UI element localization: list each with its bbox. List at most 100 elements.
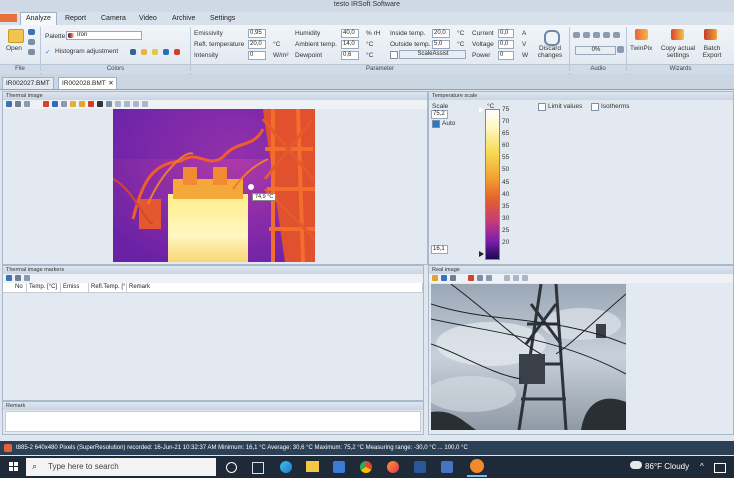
color-scale-bar[interactable] — [485, 109, 500, 260]
humidity-input[interactable]: 40,0 — [341, 29, 359, 38]
ambient-temp-input[interactable]: 14,0 — [341, 40, 359, 49]
windows-start-icon[interactable] — [9, 462, 19, 472]
discard-changes-button[interactable]: Discard changes — [535, 45, 565, 59]
thermal-image[interactable]: 74,9 °C — [113, 109, 315, 262]
edge-icon[interactable] — [280, 461, 292, 473]
tab-ir002027[interactable]: IR002027.BMT — [2, 77, 54, 89]
zoom-in-icon[interactable] — [504, 275, 510, 281]
intensity-input[interactable]: 0 — [248, 51, 266, 60]
menu-analyze[interactable]: Analyze — [20, 12, 57, 26]
task-view-icon[interactable] — [226, 462, 237, 473]
fit-icon[interactable] — [522, 275, 528, 281]
voltage-input[interactable]: 0,0 — [498, 40, 514, 49]
column-temp[interactable]: Temp. [°C] — [27, 283, 61, 292]
word-icon[interactable] — [414, 461, 426, 473]
emissivity-input[interactable]: 0,95 — [248, 29, 266, 38]
area-icon[interactable] — [79, 101, 85, 107]
rotate-icon[interactable] — [106, 101, 112, 107]
save-icon[interactable] — [6, 275, 12, 281]
grid-icon[interactable] — [124, 101, 130, 107]
limit-values-checkbox[interactable] — [538, 103, 546, 111]
batch-export-icon[interactable] — [704, 29, 717, 40]
copy-actual-settings-button[interactable]: Copy actual settings — [658, 45, 698, 59]
rotate-icon[interactable] — [477, 275, 483, 281]
store-icon[interactable] — [333, 461, 345, 473]
open-folder-icon[interactable] — [8, 29, 24, 43]
discard-changes-icon[interactable] — [544, 30, 560, 46]
play-icon[interactable] — [583, 32, 590, 38]
refl-temp-input[interactable]: 20,0 — [248, 40, 266, 49]
column-remark[interactable]: Remark — [127, 283, 423, 292]
tray-chevron-icon[interactable]: ^ — [700, 462, 704, 471]
irsoft-taskbar-icon[interactable] — [470, 459, 484, 473]
pause-icon[interactable] — [593, 32, 600, 38]
histogram-adjustment-toggle[interactable]: Histogram adjustment — [55, 48, 118, 55]
current-input[interactable]: 0,0 — [498, 29, 514, 38]
color-tool-icon[interactable] — [130, 49, 136, 55]
delete-audio-icon[interactable] — [613, 32, 620, 38]
firefox-icon[interactable] — [387, 461, 399, 473]
table-icon[interactable] — [133, 101, 139, 107]
batch-export-button[interactable]: Batch Export — [700, 45, 724, 59]
scaleassist-button[interactable]: ScaleAssist — [399, 50, 466, 59]
delete-icon[interactable] — [24, 275, 30, 281]
marker-icon[interactable] — [468, 275, 474, 281]
close-tab-icon[interactable]: ✕ — [108, 78, 113, 89]
palette-select[interactable]: Iron — [66, 31, 142, 40]
max-slider-icon[interactable] — [479, 107, 484, 113]
file-explorer-icon[interactable] — [306, 461, 319, 472]
weather-text[interactable]: 86°F Cloudy — [645, 462, 689, 471]
min-slider-icon[interactable] — [479, 251, 484, 257]
scale-min-input[interactable]: 16,1 — [431, 245, 448, 254]
cursor-icon[interactable] — [15, 101, 21, 107]
color-tool-icon[interactable] — [141, 49, 147, 55]
color-tool-icon[interactable] — [163, 49, 169, 55]
column-no[interactable]: No — [13, 283, 27, 292]
chrome-icon[interactable] — [360, 461, 372, 473]
record-icon[interactable] — [573, 32, 580, 38]
tray-icon[interactable] — [714, 463, 726, 473]
line-profile-icon[interactable] — [70, 101, 76, 107]
app-icon[interactable] — [441, 461, 453, 473]
twinpix-button[interactable]: TwinPix — [630, 45, 652, 52]
hot-spot-icon[interactable] — [43, 101, 49, 107]
flip-icon[interactable] — [486, 275, 492, 281]
menu-video[interactable]: Video — [134, 13, 162, 24]
open-icon[interactable] — [432, 275, 438, 281]
app-logo[interactable] — [0, 14, 17, 22]
copy-icon[interactable] — [15, 275, 21, 281]
scaleassist-checkbox[interactable] — [390, 51, 398, 59]
print-icon[interactable] — [28, 49, 35, 55]
copy-settings-icon[interactable] — [671, 29, 684, 40]
menu-archive[interactable]: Archive — [167, 13, 200, 24]
hotspot-marker-icon[interactable] — [88, 101, 94, 107]
zoom-out-icon[interactable] — [513, 275, 519, 281]
cursor-icon[interactable] — [450, 275, 456, 281]
histogram-icon[interactable] — [142, 101, 148, 107]
twinpix-icon[interactable] — [635, 29, 648, 40]
auto-checkbox[interactable] — [432, 120, 440, 128]
menu-report[interactable]: Report — [60, 13, 91, 24]
widgets-icon[interactable] — [252, 462, 264, 474]
power-input[interactable]: 0 — [498, 51, 514, 60]
dewpoint-input[interactable]: 0,6 — [341, 51, 359, 60]
scale-max-input[interactable]: 75,2 — [431, 110, 448, 119]
stop-icon[interactable] — [603, 32, 610, 38]
remark-textarea[interactable] — [5, 411, 421, 432]
zoom-icon[interactable] — [24, 101, 30, 107]
measure-point-icon[interactable] — [61, 101, 67, 107]
menu-camera[interactable]: Camera — [96, 13, 131, 24]
save-icon[interactable] — [6, 101, 12, 107]
save-as-icon[interactable] — [28, 39, 35, 45]
open-button[interactable]: Open — [6, 45, 22, 52]
cold-spot-icon[interactable] — [52, 101, 58, 107]
tab-ir002028[interactable]: IR002028.BMT ✕ — [58, 77, 117, 89]
column-refl-temp[interactable]: Refl.Temp. [° — [89, 283, 127, 292]
color-tool-icon[interactable] — [174, 49, 180, 55]
inside-temp-input[interactable]: 20,0 — [432, 29, 450, 38]
speaker-icon[interactable] — [617, 46, 624, 53]
outside-temp-input[interactable]: 5,0 — [432, 40, 450, 49]
real-image[interactable] — [431, 284, 626, 430]
save-icon[interactable] — [441, 275, 447, 281]
menu-settings[interactable]: Settings — [205, 13, 240, 24]
